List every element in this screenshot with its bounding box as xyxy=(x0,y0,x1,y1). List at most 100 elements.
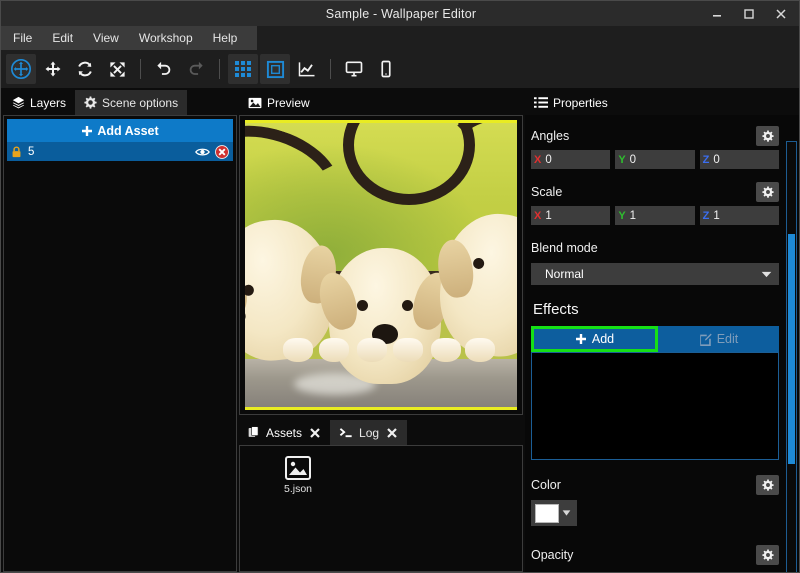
menu-item-view[interactable]: View xyxy=(83,26,129,50)
toolbar-separator-1 xyxy=(140,59,141,79)
delete-x-icon[interactable] xyxy=(215,144,229,159)
menu-item-edit[interactable]: Edit xyxy=(42,26,83,50)
color-header: Color xyxy=(531,474,779,496)
scale-settings-button[interactable] xyxy=(756,182,779,202)
undo-icon xyxy=(157,61,171,75)
assets-panel: Assets Log 5.json xyxy=(239,420,523,572)
preview-canvas-container[interactable] xyxy=(239,115,523,415)
tab-properties[interactable]: Properties xyxy=(525,90,617,115)
translate-icon xyxy=(11,59,31,79)
puppy-right-eye xyxy=(472,257,485,270)
tab-layers[interactable]: Layers xyxy=(3,90,76,115)
scale-z-value: 1 xyxy=(713,209,720,222)
tab-preview-label: Preview xyxy=(267,95,310,110)
angles-z-value: 0 xyxy=(713,153,720,166)
toolbar-monitor-button[interactable] xyxy=(339,54,369,84)
close-button[interactable] xyxy=(765,1,797,26)
color-swatch-box xyxy=(535,503,559,523)
stats-icon xyxy=(298,62,315,77)
effects-edit-label: Edit xyxy=(716,332,739,346)
grid-icon xyxy=(235,61,251,77)
toolbar-scale-button[interactable] xyxy=(102,54,132,84)
color-settings-button[interactable] xyxy=(756,475,779,495)
blend-mode-select[interactable]: Normal xyxy=(531,263,779,285)
minimize-button[interactable] xyxy=(701,1,733,26)
menu-item-file[interactable]: File xyxy=(1,26,42,50)
effects-list[interactable] xyxy=(531,352,779,460)
puppy-middle-eye-left xyxy=(357,299,368,311)
window-controls xyxy=(701,1,797,26)
color-picker[interactable] xyxy=(531,500,577,526)
angles-z-field[interactable]: Z 0 xyxy=(699,150,779,169)
bounds-icon xyxy=(266,60,284,78)
angles-y-field[interactable]: Y 0 xyxy=(615,150,695,169)
add-asset-button[interactable]: Add Asset xyxy=(7,119,233,142)
layer-name: 5 xyxy=(28,145,35,158)
tab-assets[interactable]: Assets xyxy=(239,420,331,445)
menu-item-workshop[interactable]: Workshop xyxy=(129,26,203,50)
scale-y-field[interactable]: Y 1 xyxy=(615,206,695,225)
scale-y-value: 1 xyxy=(629,209,637,222)
toolbar-separator-2 xyxy=(219,59,220,79)
toolbar-stats-button[interactable] xyxy=(292,54,322,84)
properties-panel: Properties Angles X 0 Y 0 Z 0 Scale X 1 … xyxy=(525,90,799,572)
tab-assets-close-button[interactable] xyxy=(309,427,321,439)
move-icon xyxy=(45,61,61,77)
angles-z-axis-label: Z xyxy=(702,153,710,166)
maximize-button[interactable] xyxy=(733,1,765,26)
tab-layers-label: Layers xyxy=(30,95,67,110)
files-icon xyxy=(248,426,259,437)
toolbar-bounds-button[interactable] xyxy=(260,54,290,84)
scale-label: Scale xyxy=(531,185,563,199)
preview-tabstrip: Preview xyxy=(239,90,523,115)
menu-bar: File Edit View Workshop Help xyxy=(1,26,257,50)
opacity-settings-button[interactable] xyxy=(756,545,779,565)
tab-scene-options[interactable]: Scene options xyxy=(75,90,188,115)
toolbar-rotate-button[interactable] xyxy=(70,54,100,84)
tab-properties-label: Properties xyxy=(553,95,608,110)
assets-list-container: 5.json xyxy=(239,445,523,572)
angles-header: Angles xyxy=(531,125,779,147)
preview-panel: Preview xyxy=(239,90,523,415)
graffiti-arc-3 xyxy=(441,123,517,213)
puppy-middle xyxy=(313,247,457,384)
tab-preview[interactable]: Preview xyxy=(239,90,319,115)
gear-icon xyxy=(84,96,97,109)
tab-log-close-button[interactable] xyxy=(386,427,398,439)
angles-x-field[interactable]: X 0 xyxy=(531,150,611,169)
scale-z-field[interactable]: Z 1 xyxy=(699,206,779,225)
image-icon xyxy=(248,97,262,108)
properties-scrollbar-thumb[interactable] xyxy=(788,234,795,464)
menu-item-help[interactable]: Help xyxy=(203,26,248,50)
eye-icon[interactable] xyxy=(195,146,210,158)
plus-icon xyxy=(82,125,93,136)
angles-y-axis-label: Y xyxy=(618,153,626,166)
effects-edit-button[interactable]: Edit xyxy=(658,326,779,352)
toolbar-move-button[interactable] xyxy=(38,54,68,84)
scale-x-field[interactable]: X 1 xyxy=(531,206,611,225)
angles-label: Angles xyxy=(531,129,570,143)
tab-log[interactable]: Log xyxy=(330,420,408,445)
properties-scrollbar[interactable] xyxy=(786,141,797,572)
layers-list-container: Add Asset 5 xyxy=(3,115,237,572)
properties-scroll-content: Angles X 0 Y 0 Z 0 Scale X 1 Y 1 Z 1 Ble… xyxy=(525,115,783,572)
paw-5 xyxy=(431,337,461,362)
phone-icon xyxy=(381,60,391,78)
toolbar-phone-button[interactable] xyxy=(371,54,401,84)
effects-add-button[interactable]: Add xyxy=(531,326,658,352)
scale-fields: X 1 Y 1 Z 1 xyxy=(531,206,779,225)
properties-content: Angles X 0 Y 0 Z 0 Scale X 1 Y 1 Z 1 Ble… xyxy=(525,115,799,572)
toolbar-translate-button[interactable] xyxy=(6,54,36,84)
asset-item[interactable]: 5.json xyxy=(266,456,330,495)
toolbar-undo-button[interactable] xyxy=(149,54,179,84)
assets-tabstrip: Assets Log xyxy=(239,420,523,445)
toolbar-grid-button[interactable] xyxy=(228,54,258,84)
angles-settings-button[interactable] xyxy=(756,126,779,146)
paw-3 xyxy=(357,337,387,362)
effects-title: Effects xyxy=(533,301,579,318)
paw-1 xyxy=(283,337,313,362)
toolbar-redo-button[interactable] xyxy=(181,54,211,84)
layer-row[interactable]: 5 xyxy=(7,142,233,161)
close-x-icon xyxy=(387,427,397,438)
opacity-label: Opacity xyxy=(531,548,574,562)
